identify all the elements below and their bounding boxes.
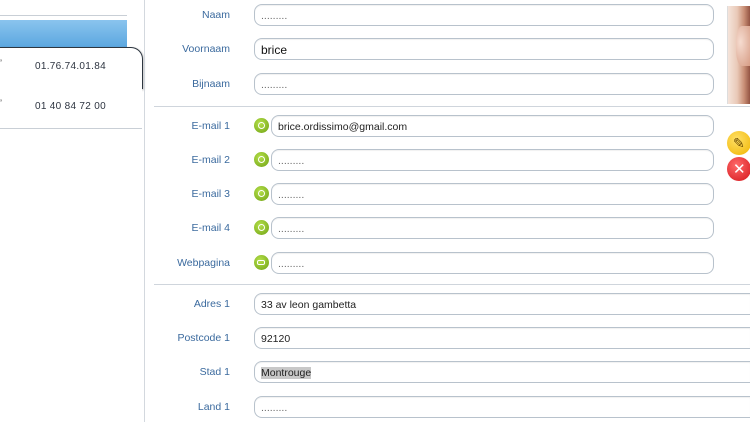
stad1-field[interactable]: Montrouge (254, 361, 750, 383)
email1-field[interactable]: brice.ordissimo@gmail.com (271, 115, 714, 137)
adres1-field[interactable]: 33 av leon gambetta (254, 293, 750, 315)
bijnaam-label: Bijnaam (192, 78, 230, 90)
close-icon: ✕ (733, 161, 746, 178)
contact-row[interactable]: ’ 01 40 84 72 00 (0, 88, 142, 129)
photo-face (736, 26, 750, 66)
email-status-icon (254, 118, 269, 133)
postcode1-label: Postcode 1 (177, 332, 230, 344)
email2-field[interactable]: ......... (271, 149, 714, 171)
list-header-bar (0, 20, 127, 48)
edit-photo-button[interactable]: ✎ (727, 131, 750, 155)
land1-field[interactable]: ......... (254, 396, 750, 418)
adres1-label: Adres 1 (193, 298, 230, 310)
naam-field[interactable]: ......... (254, 4, 714, 26)
voornaam-label: Voornaam (182, 43, 230, 55)
email3-field[interactable]: ......... (271, 183, 714, 205)
webpagina-field[interactable]: ......... (271, 252, 714, 274)
email4-label: E-mail 4 (191, 222, 230, 234)
email3-label: E-mail 3 (191, 188, 230, 200)
stad1-label: Stad 1 (199, 366, 230, 378)
contact-phone: 01 40 84 72 00 (35, 101, 106, 112)
email-status-icon (254, 152, 269, 167)
pencil-icon: ✎ (733, 135, 745, 151)
section-divider (154, 106, 750, 107)
contact-photo[interactable] (727, 6, 750, 104)
list-top-divider (0, 15, 127, 16)
stad1-value-selected: Montrouge (261, 367, 312, 379)
contact-list: ’ 01.76.74.01.84 ’ 01 40 84 72 00 (0, 0, 144, 422)
webpagina-label: Webpagina (177, 257, 230, 269)
email2-label: E-mail 2 (191, 154, 230, 166)
contact-row-mark: ’ (0, 58, 2, 68)
contact-row-mark: ’ (0, 98, 2, 108)
naam-label: Naam (201, 9, 230, 21)
web-status-icon (254, 255, 269, 270)
voornaam-field[interactable]: brice (254, 38, 714, 60)
contact-row-selected[interactable]: ’ 01.76.74.01.84 (0, 47, 143, 89)
email1-label: E-mail 1 (191, 120, 230, 132)
panel-divider (144, 0, 145, 422)
section-divider (154, 284, 750, 285)
bijnaam-field[interactable]: ......... (254, 73, 714, 95)
postcode1-field[interactable]: 92120 (254, 327, 750, 349)
delete-photo-button[interactable]: ✕ (727, 157, 750, 181)
email4-field[interactable]: ......... (271, 217, 714, 239)
email-status-icon (254, 186, 269, 201)
land1-label: Land 1 (197, 401, 230, 413)
email-status-icon (254, 220, 269, 235)
contact-phone: 01.76.74.01.84 (35, 61, 106, 72)
